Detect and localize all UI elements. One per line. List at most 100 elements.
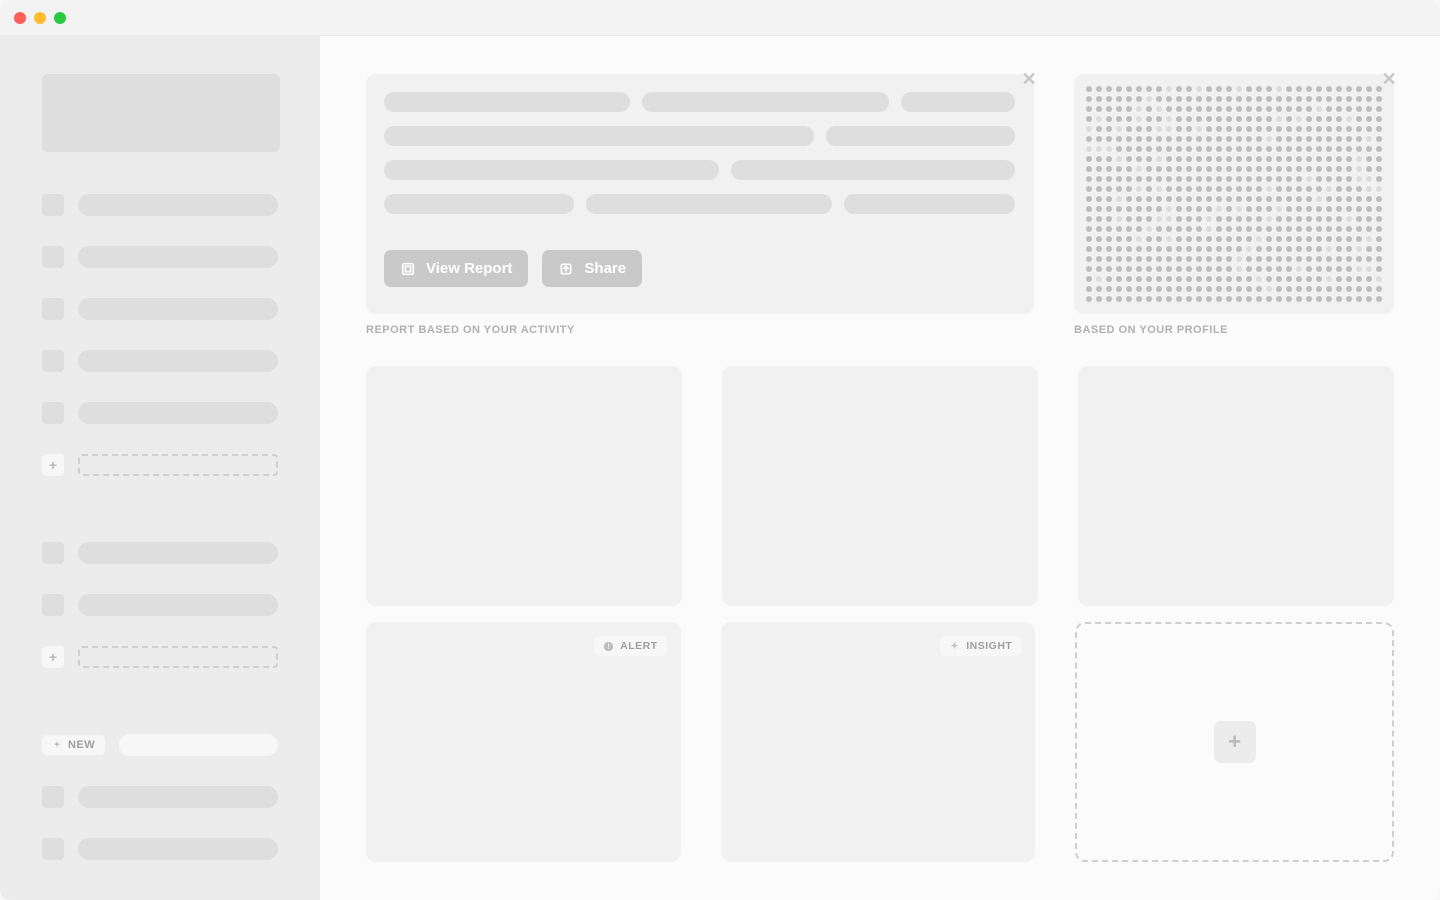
activity-dot [1346,156,1352,162]
activity-dot [1366,96,1372,102]
activity-dot [1086,196,1092,202]
activity-dot [1136,206,1142,212]
activity-dot [1236,186,1242,192]
activity-dot [1256,236,1262,242]
sidebar-item[interactable] [42,194,278,216]
activity-dot [1176,156,1182,162]
activity-dot [1126,106,1132,112]
activity-dot [1366,286,1372,292]
activity-dot [1326,146,1332,152]
activity-dot [1376,176,1382,182]
activity-dot [1136,296,1142,302]
sidebar-item[interactable] [42,786,278,808]
sidebar-item[interactable] [42,350,278,372]
activity-dot [1356,276,1362,282]
activity-dot [1366,216,1372,222]
activity-dot [1246,186,1252,192]
activity-dot [1186,86,1192,92]
activity-dot [1366,226,1372,232]
activity-dot [1316,156,1322,162]
view-report-button[interactable]: View Report [384,250,528,287]
activity-dot [1226,266,1232,272]
activity-dot [1266,166,1272,172]
sidebar-new-item[interactable]: NEW [42,734,278,756]
activity-dot [1326,256,1332,262]
content-card[interactable] [722,366,1038,606]
share-button[interactable]: Share [542,250,642,287]
activity-dot [1266,136,1272,142]
activity-dot [1216,236,1222,242]
activity-dot [1086,296,1092,302]
window-minimize-dot[interactable] [34,12,46,24]
content-card[interactable] [366,366,682,606]
activity-dot [1146,246,1152,252]
sidebar-add-item[interactable]: + [42,454,278,476]
activity-dot [1146,236,1152,242]
activity-dot [1246,156,1252,162]
main-content: ✕ View Report Share [320,36,1440,900]
activity-dot [1246,226,1252,232]
activity-dot [1336,176,1342,182]
activity-dot [1206,286,1212,292]
activity-dot [1346,96,1352,102]
sidebar-item[interactable] [42,594,278,616]
sidebar-item[interactable] [42,298,278,320]
activity-dot [1356,176,1362,182]
activity-dot [1106,196,1112,202]
activity-dot [1096,216,1102,222]
add-card[interactable]: + [1075,622,1394,862]
sidebar-item[interactable] [42,402,278,424]
activity-dot [1306,246,1312,252]
activity-dot [1116,126,1122,132]
activity-dot [1296,86,1302,92]
activity-dot [1086,106,1092,112]
sidebar-item-label-placeholder [78,402,278,424]
activity-dot [1326,206,1332,212]
window-zoom-dot[interactable] [54,12,66,24]
activity-dot [1296,246,1302,252]
activity-dot [1246,176,1252,182]
activity-dot [1266,116,1272,122]
content-card-insight[interactable]: INSIGHT [721,622,1036,862]
activity-dot [1206,146,1212,152]
content-card[interactable] [1078,366,1394,606]
activity-dot [1316,236,1322,242]
sidebar-item[interactable] [42,542,278,564]
activity-dot [1186,236,1192,242]
activity-dot [1286,256,1292,262]
activity-dot [1296,196,1302,202]
activity-dot [1096,136,1102,142]
content-card-alert[interactable]: ALERT [366,622,681,862]
activity-dot [1106,126,1112,132]
activity-dot [1166,106,1172,112]
activity-dot [1156,296,1162,302]
activity-dot [1116,246,1122,252]
activity-dot [1296,106,1302,112]
activity-dot [1146,146,1152,152]
activity-dot [1096,296,1102,302]
sidebar-add-item[interactable]: + [42,646,278,668]
activity-dot [1356,186,1362,192]
window-close-dot[interactable] [14,12,26,24]
sidebar-item-label-placeholder [78,838,278,860]
activity-dot [1176,206,1182,212]
activity-dot [1326,116,1332,122]
close-icon[interactable]: ✕ [1018,68,1040,90]
sidebar-item[interactable] [42,246,278,268]
close-icon[interactable]: ✕ [1378,68,1400,90]
activity-dot [1166,136,1172,142]
app-window: + + NEW [0,0,1440,900]
activity-dot [1276,266,1282,272]
activity-dot [1316,186,1322,192]
activity-dot [1336,166,1342,172]
activity-dot [1096,276,1102,282]
activity-dot [1166,86,1172,92]
activity-dot [1166,266,1172,272]
activity-dot [1236,196,1242,202]
activity-dot [1126,286,1132,292]
activity-dot [1276,106,1282,112]
activity-dot [1346,206,1352,212]
activity-dot [1376,186,1382,192]
sidebar-item[interactable] [42,838,278,860]
activity-dot [1296,186,1302,192]
